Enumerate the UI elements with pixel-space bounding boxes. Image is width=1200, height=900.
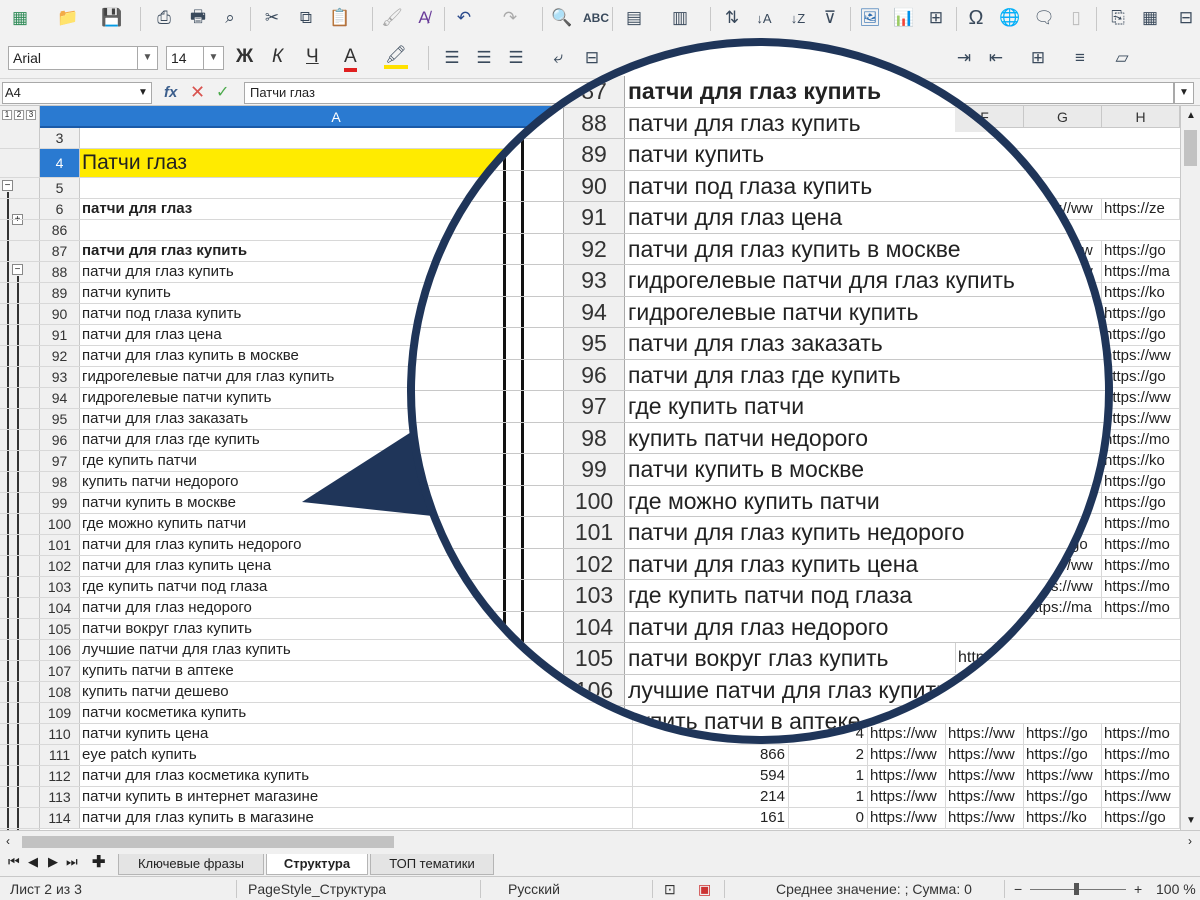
lens-row-header: 94 — [563, 296, 625, 327]
lens-row: 94 гидрогелевые патчи купить — [415, 296, 1105, 328]
last-sheet-icon[interactable]: ⏭ — [66, 854, 78, 870]
lens-row-header: 87 — [563, 76, 625, 107]
lens-cell-a: патчи для глаз купить — [628, 78, 882, 104]
tab-structure[interactable]: Структура — [266, 854, 368, 875]
lens-row-header: 101 — [563, 517, 625, 548]
lens-row: 95 патчи для глаз заказать — [415, 328, 1105, 360]
lens-cell-a: гидрогелевые патчи для глаз купить — [628, 267, 1015, 293]
lens-row: 90 патчи под глаза купить — [415, 170, 1105, 202]
page-style[interactable]: PageStyle_Структура — [248, 881, 386, 897]
status-bar: Лист 2 из 3 PageStyle_Структура Русский … — [0, 876, 1200, 900]
lens-row: 103 где купить патчи под глаза — [415, 580, 1105, 612]
previous-sheet-icon[interactable]: ◀ — [28, 854, 38, 870]
lens-cell-a: патчи для глаз недорого — [628, 613, 889, 640]
lens-cell-a: гидрогелевые патчи купить — [628, 298, 919, 325]
lens-cell-g: https://tre — [1033, 675, 1105, 705]
lens-cell-f: https://ww — [955, 643, 1033, 673]
lens-cell-a: где купить патчи — [628, 393, 805, 419]
lens-cell-a: купить патчи недорого — [628, 424, 868, 451]
lens-row-header: 92 — [563, 233, 625, 264]
lens-row-header: 97 — [563, 391, 625, 422]
lens-row-header: 106 — [563, 674, 625, 705]
scroll-right-icon[interactable]: › — [1188, 834, 1192, 848]
lens-row: 96 патчи для глаз где купить — [415, 359, 1105, 391]
lens-row: 87 патчи для глаз купить — [415, 76, 1105, 108]
lens-row: 98 купить патчи недорого — [415, 422, 1105, 454]
lens-cell-a: купить патчи в аптеке — [628, 708, 861, 734]
lens-cell-a: патчи для глаз купить в москве — [628, 235, 961, 262]
tab-keywords[interactable]: Ключевые фразы — [118, 854, 264, 875]
lens-row-header: 98 — [563, 422, 625, 453]
lens-cell-a: патчи для глаз где купить — [628, 361, 901, 388]
horizontal-scrollbar[interactable]: ‹ › — [0, 830, 1200, 852]
lens-row-header: 100 — [563, 485, 625, 516]
lens-row-header: 95 — [563, 328, 625, 359]
selection-mode-icon[interactable]: ⊡ — [664, 881, 676, 898]
zoom-level[interactable]: 100 % — [1156, 881, 1196, 897]
lens-row: 91 патчи для глаз цена — [415, 202, 1105, 234]
lens-cell-a: лучшие патчи для глаз купить — [628, 676, 948, 703]
lens-row-header: 88 — [563, 107, 625, 138]
lens-row: 102 патчи для глаз купить цена — [415, 548, 1105, 580]
lens-row-header: 107 — [563, 706, 625, 736]
lens-cell-a: патчи для глаз цена — [628, 204, 843, 230]
lens-cell-a: патчи под глаза купить — [628, 172, 873, 199]
lens-row: 89 патчи купить — [415, 139, 1105, 171]
zoom-out-button[interactable]: − — [1014, 881, 1022, 897]
lens-row-header: 99 — [563, 454, 625, 485]
lens-row-header: 93 — [563, 265, 625, 296]
scroll-left-icon[interactable]: ‹ — [6, 834, 10, 848]
lens-row-header: 89 — [563, 139, 625, 170]
lens-row: 92 патчи для глаз купить в москве — [415, 233, 1105, 265]
lens-cell-a: патчи для глаз купить цена — [628, 550, 919, 577]
lens-row-header: 103 — [563, 580, 625, 611]
lens-row: 88 патчи для глаз купить — [415, 107, 1105, 139]
lens-row: 106 лучшие патчи для глаз купить https://w… — [415, 674, 1105, 706]
lens-cell-a: патчи для глаз купить — [628, 109, 861, 136]
lens-cell-g: https://ww — [1033, 706, 1105, 736]
lens-row: 105 патчи вокруг глаз купить https://ww htt… — [415, 643, 1105, 675]
lens-cell-a: патчи для глаз заказать — [628, 330, 883, 356]
lens-row: 101 патчи для глаз купить недорого — [415, 517, 1105, 549]
lens-row-header: 96 — [563, 359, 625, 390]
lens-row-header: 90 — [563, 170, 625, 201]
lens-row: 97 где купить патчи — [415, 391, 1105, 423]
lens-row: 104 патчи для глаз недорого — [415, 611, 1105, 643]
lens-cell-f: https://ww — [955, 706, 1033, 736]
lens-row: 100 где можно купить патчи — [415, 485, 1105, 517]
document-modified-icon: ▣ — [698, 881, 712, 897]
lens-cell-a: где купить патчи под глаза — [628, 582, 913, 608]
first-sheet-icon[interactable]: ⏮ — [8, 854, 20, 870]
zoom-in-button[interactable]: + — [1134, 881, 1142, 897]
lens-row: 99 патчи купить в москве — [415, 454, 1105, 486]
sheet-indicator: Лист 2 из 3 — [10, 881, 82, 897]
lens-row: 93 гидрогелевые патчи для глаз купить — [415, 265, 1105, 297]
next-sheet-icon[interactable]: ▶ — [48, 854, 58, 870]
selection-summary: Среднее значение: ; Сумма: 0 — [776, 881, 972, 897]
lens-cell-f: https://ww — [955, 674, 1033, 705]
magnifier-lens: FGH87патчи для глаз купить88патчи для гл… — [407, 38, 1113, 744]
add-sheet-icon[interactable]: ✚ — [92, 852, 105, 872]
lens-cell-g: https://ww — [1033, 643, 1105, 673]
tab-top-topics[interactable]: ТОП тематики — [370, 854, 494, 875]
lens-row-header: 104 — [563, 611, 625, 642]
lens-row-header: 102 — [563, 548, 625, 579]
horizontal-scroll-thumb[interactable] — [22, 836, 394, 848]
lens-row-header: 105 — [563, 643, 625, 674]
lens-row: 107 купить патчи в аптеке https://ww https:… — [415, 706, 1105, 736]
lens-cell-a: патчи для глаз купить недорого — [628, 519, 965, 545]
lens-row-header: 91 — [563, 202, 625, 233]
sheet-tab-bar: ⏮ ◀ ▶ ⏭ ✚ Ключевые фразы Структура ТОП т… — [0, 852, 1200, 876]
language[interactable]: Русский — [508, 881, 560, 897]
lens-cell-a: патчи купить — [628, 141, 765, 167]
lens-cell-a: патчи вокруг глаз купить — [628, 645, 889, 671]
zoom-slider-thumb[interactable] — [1074, 883, 1079, 895]
lens-cell-a: где можно купить патчи — [628, 487, 880, 514]
lens-cell-a: патчи купить в москве — [628, 456, 865, 482]
